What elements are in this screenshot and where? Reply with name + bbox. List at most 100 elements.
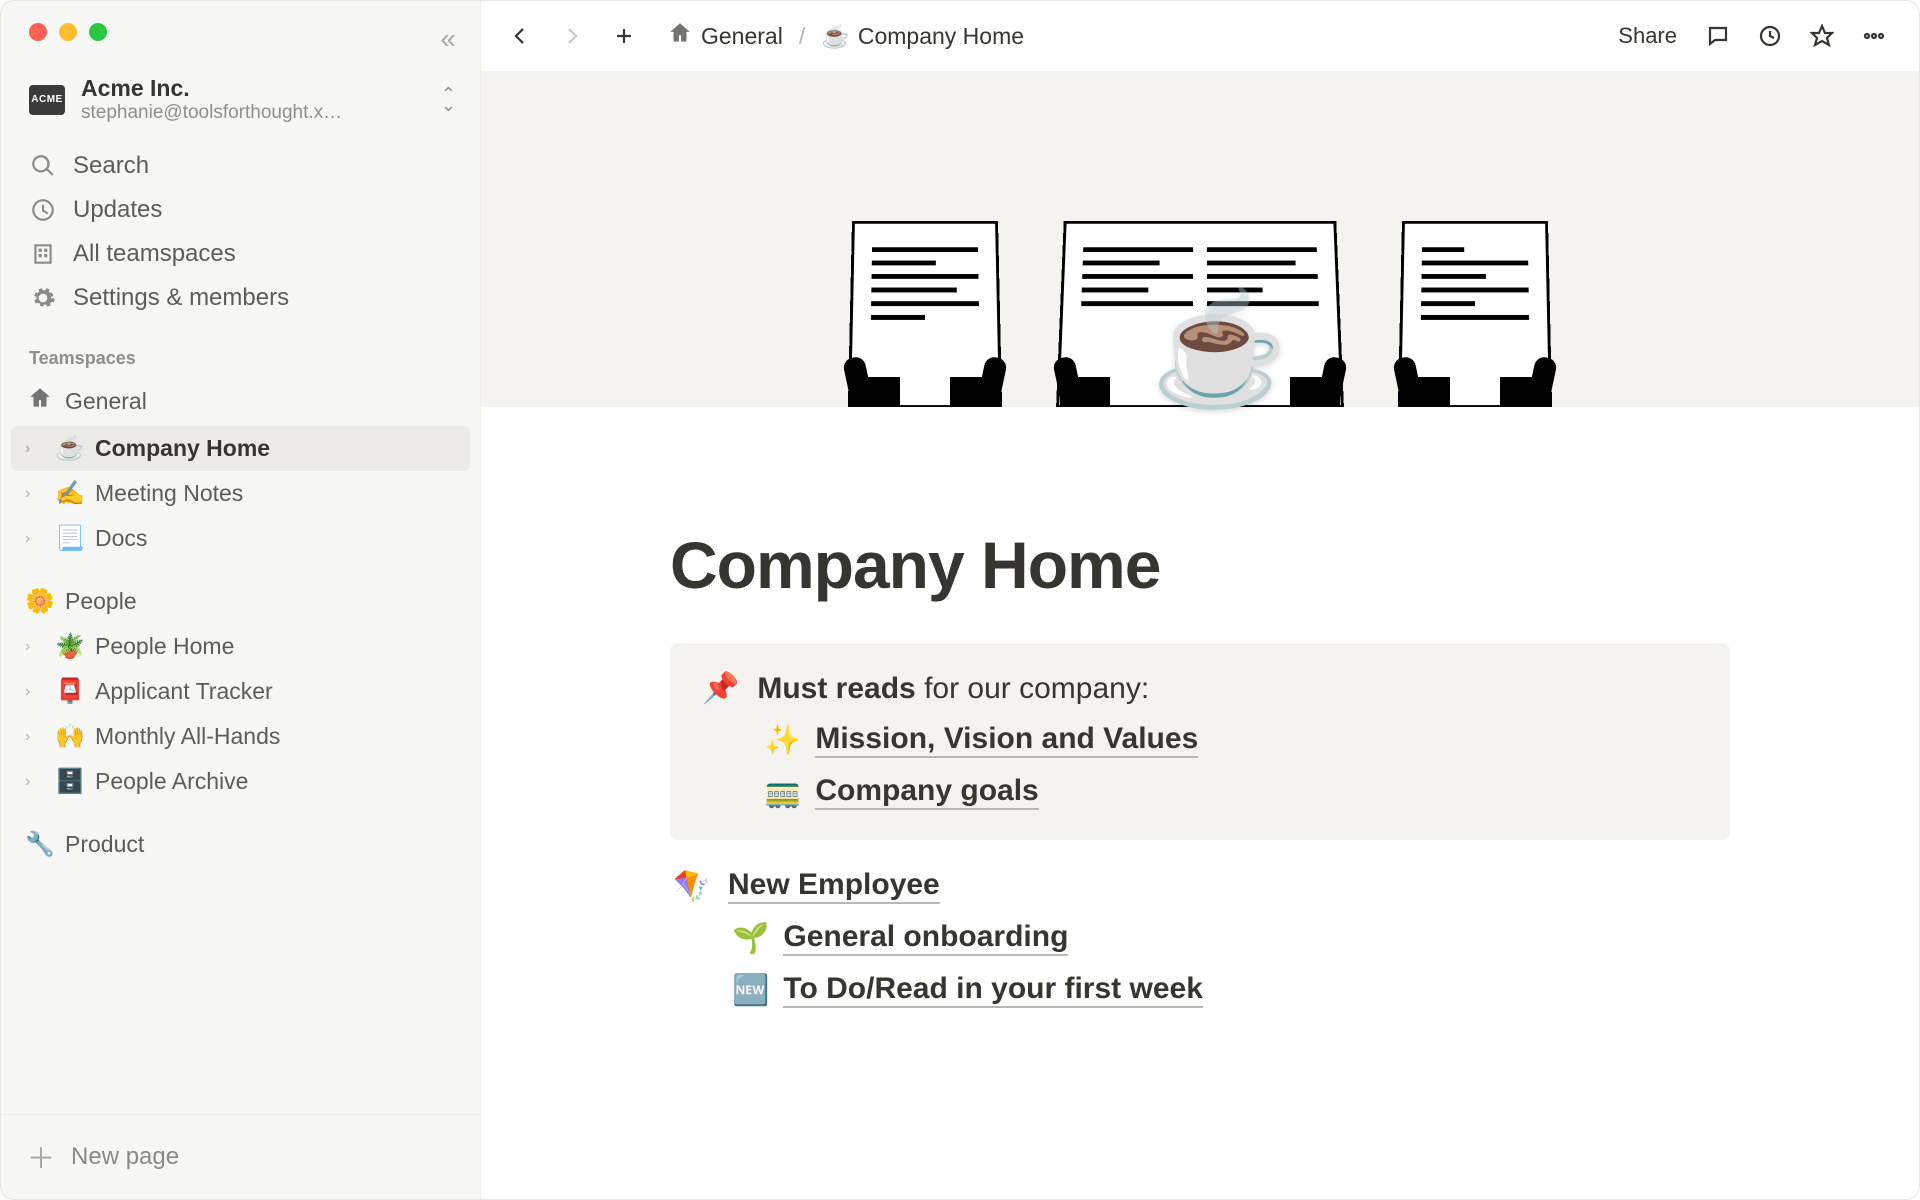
sidebar: « ACME Acme Inc. stephanie@toolsforthoug… bbox=[1, 1, 481, 1199]
link-text: Company goals bbox=[815, 774, 1038, 810]
page-company-home[interactable]: › ☕ Company Home bbox=[11, 426, 470, 471]
teamspace-label: General bbox=[65, 388, 458, 415]
pushpin-icon: 📌 bbox=[702, 671, 739, 706]
coffee-icon: ☕ bbox=[55, 434, 85, 463]
link-mission-vision-values[interactable]: ✨ Mission, Vision and Values bbox=[764, 722, 1698, 758]
main-content: General / ☕ Company Home Share bbox=[481, 1, 1919, 1199]
page-monthly-all-hands[interactable]: › 🙌 Monthly All-Hands bbox=[11, 714, 470, 759]
teamspace-tree: General › ☕ Company Home › ✍️ Meeting No… bbox=[1, 377, 480, 867]
teamspace-label: People bbox=[65, 588, 458, 615]
callout-must-reads[interactable]: 📌 Must reads for our company: ✨ Mission,… bbox=[670, 643, 1730, 840]
callout-head-bold: Must reads bbox=[757, 672, 915, 705]
breadcrumb: General / ☕ Company Home bbox=[661, 16, 1030, 56]
chevron-right-icon[interactable]: › bbox=[25, 440, 45, 458]
new-tab-button[interactable] bbox=[603, 15, 645, 57]
window-minimize-button[interactable] bbox=[59, 23, 77, 41]
share-button[interactable]: Share bbox=[1608, 17, 1687, 55]
hands-icon: 🙌 bbox=[55, 722, 85, 751]
tram-icon: 🚃 bbox=[764, 775, 801, 810]
page-docs[interactable]: › 📃 Docs bbox=[11, 516, 470, 561]
page-title[interactable]: Company Home bbox=[670, 527, 1730, 603]
sidebar-item-label: All teamspaces bbox=[73, 240, 236, 268]
plus-icon: ＋ bbox=[27, 1137, 55, 1177]
kite-icon: 🪁 bbox=[670, 869, 714, 904]
workspace-switcher[interactable]: ACME Acme Inc. stephanie@toolsforthought… bbox=[1, 41, 480, 134]
archive-icon: 🗄️ bbox=[55, 767, 85, 796]
window-controls bbox=[1, 1, 480, 41]
more-menu-button[interactable] bbox=[1853, 15, 1895, 57]
page-people-home[interactable]: › 🪴 People Home bbox=[11, 624, 470, 669]
sidebar-item-label: Updates bbox=[73, 196, 162, 224]
chevron-right-icon[interactable]: › bbox=[25, 638, 45, 656]
page-meeting-notes[interactable]: › ✍️ Meeting Notes bbox=[11, 471, 470, 516]
building-icon bbox=[29, 241, 57, 267]
page-label: Company Home bbox=[95, 435, 458, 462]
breadcrumb-separator: / bbox=[799, 23, 805, 50]
link-text: Mission, Vision and Values bbox=[815, 722, 1198, 758]
mailbox-icon: 📮 bbox=[55, 677, 85, 706]
window-close-button[interactable] bbox=[29, 23, 47, 41]
window-zoom-button[interactable] bbox=[89, 23, 107, 41]
sidebar-item-teamspaces[interactable]: All teamspaces bbox=[13, 232, 468, 276]
link-company-goals[interactable]: 🚃 Company goals bbox=[764, 774, 1698, 810]
link-todo-first-week[interactable]: 🆕 To Do/Read in your first week bbox=[670, 972, 1730, 1008]
chevron-right-icon[interactable]: › bbox=[25, 683, 45, 701]
page-label: Monthly All-Hands bbox=[95, 723, 458, 750]
sidebar-item-search[interactable]: Search bbox=[13, 144, 468, 188]
page-applicant-tracker[interactable]: › 📮 Applicant Tracker bbox=[11, 669, 470, 714]
chevron-right-icon[interactable]: › bbox=[25, 728, 45, 746]
chevron-right-icon[interactable]: › bbox=[25, 485, 45, 503]
sparkles-icon: ✨ bbox=[764, 723, 801, 758]
clock-icon bbox=[29, 197, 57, 223]
teamspace-product[interactable]: 🔧 Product bbox=[11, 822, 470, 867]
page-people-archive[interactable]: › 🗄️ People Archive bbox=[11, 759, 470, 804]
teamspaces-label: Teamspaces bbox=[1, 326, 480, 377]
coffee-icon: ☕ bbox=[821, 23, 850, 50]
document-icon: 📃 bbox=[55, 524, 85, 553]
breadcrumb-general[interactable]: General bbox=[661, 16, 789, 56]
page-label: People Archive bbox=[95, 768, 458, 795]
breadcrumb-label: General bbox=[701, 23, 783, 50]
nav-forward-button[interactable] bbox=[551, 15, 593, 57]
workspace-badge: ACME bbox=[29, 85, 65, 115]
chevron-right-icon[interactable]: › bbox=[25, 530, 45, 548]
link-general-onboarding[interactable]: 🌱 General onboarding bbox=[670, 920, 1730, 956]
teamspace-people[interactable]: 🌼 People bbox=[11, 579, 470, 624]
new-page-button[interactable]: ＋ New page bbox=[1, 1115, 480, 1199]
nav-back-button[interactable] bbox=[499, 15, 541, 57]
comments-button[interactable] bbox=[1697, 15, 1739, 57]
page-label: People Home bbox=[95, 633, 458, 660]
gear-icon bbox=[29, 285, 57, 311]
page-label: Applicant Tracker bbox=[95, 678, 458, 705]
page-label: Meeting Notes bbox=[95, 480, 458, 507]
breadcrumb-company-home[interactable]: ☕ Company Home bbox=[815, 19, 1030, 54]
workspace-email: stephanie@toolsforthought.x… bbox=[81, 102, 401, 124]
workspace-name: Acme Inc. bbox=[81, 75, 425, 102]
page-icon[interactable]: ☕ bbox=[1151, 295, 1288, 405]
sidebar-item-label: Settings & members bbox=[73, 284, 289, 312]
updates-clock-button[interactable] bbox=[1749, 15, 1791, 57]
favorite-star-button[interactable] bbox=[1801, 15, 1843, 57]
sidebar-nav: Search Updates All teamspaces Settings &… bbox=[1, 134, 480, 326]
link-new-employee[interactable]: 🪁 New Employee bbox=[670, 868, 1730, 904]
sidebar-item-settings[interactable]: Settings & members bbox=[13, 276, 468, 320]
chevron-right-icon[interactable]: › bbox=[25, 773, 45, 791]
writing-icon: ✍️ bbox=[55, 479, 85, 508]
teamspace-general[interactable]: General bbox=[11, 377, 470, 426]
section-new-employee: 🪁 New Employee 🌱 General onboarding 🆕 To… bbox=[670, 868, 1730, 1008]
sidebar-item-label: Search bbox=[73, 152, 149, 180]
new-page-label: New page bbox=[71, 1143, 179, 1171]
wrench-icon: 🔧 bbox=[25, 830, 55, 859]
home-icon bbox=[667, 20, 693, 52]
new-badge-icon: 🆕 bbox=[732, 973, 769, 1008]
home-icon bbox=[25, 385, 55, 418]
sidebar-item-updates[interactable]: Updates bbox=[13, 188, 468, 232]
link-text: To Do/Read in your first week bbox=[783, 972, 1203, 1008]
breadcrumb-label: Company Home bbox=[858, 23, 1024, 50]
link-text: General onboarding bbox=[783, 920, 1068, 956]
collapse-sidebar-button[interactable]: « bbox=[440, 23, 456, 55]
callout-head-rest: for our company: bbox=[916, 672, 1149, 705]
page-label: Docs bbox=[95, 525, 458, 552]
link-text: New Employee bbox=[728, 868, 940, 904]
seedling-icon: 🌱 bbox=[732, 921, 769, 956]
